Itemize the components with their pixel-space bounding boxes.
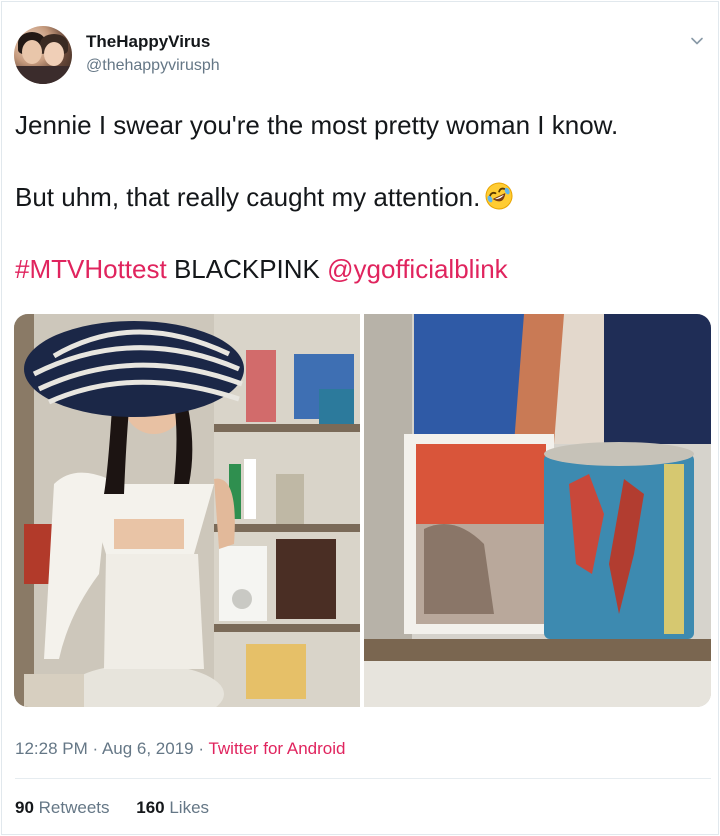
photo-right[interactable] (364, 314, 711, 707)
avatar-decoration (22, 40, 42, 64)
laughing-emoji-icon (485, 182, 513, 210)
tweet-line: #MTVHottest BLACKPINK @ygofficialblink (15, 251, 705, 287)
tweet-text: Jennie I swear you're the most pretty wo… (15, 107, 705, 287)
tweet-meta: 12:28 PM · Aug 6, 2019 · Twitter for And… (15, 739, 345, 759)
tweet-stats: 90 Retweets 160 Likes (15, 798, 231, 818)
tweet-date[interactable]: Aug 6, 2019 (102, 739, 194, 758)
tweet-line: Jennie I swear you're the most pretty wo… (15, 107, 705, 143)
chevron-down-icon[interactable] (690, 34, 704, 48)
avatar[interactable] (14, 26, 72, 84)
tweet-source-link[interactable]: Twitter for Android (208, 739, 345, 758)
likes-label: Likes (164, 798, 210, 817)
retweets-count: 90 (15, 798, 34, 817)
avatar-decoration (14, 66, 72, 84)
mention-link[interactable]: @ygofficialblink (327, 254, 508, 284)
likes-stat[interactable]: 160 Likes (136, 798, 209, 817)
author-handle[interactable]: @thehappyvirusph (86, 57, 220, 75)
retweets-stat[interactable]: 90 Retweets (15, 798, 110, 817)
meta-separator: · (87, 739, 102, 758)
tweet-time[interactable]: 12:28 PM (15, 739, 88, 758)
retweets-label: Retweets (33, 798, 110, 817)
tweet-line-text: Jennie I swear you're the most pretty wo… (15, 110, 619, 140)
author-name[interactable]: TheHappyVirus (86, 32, 210, 52)
likes-count: 160 (136, 798, 165, 817)
tweet-text-plain: BLACKPINK (166, 254, 328, 284)
divider (15, 778, 711, 779)
photo-left[interactable] (14, 314, 360, 707)
media-grid (14, 314, 711, 707)
tweet-card: TheHappyVirus @thehappyvirusph Jennie I … (1, 1, 719, 835)
avatar-decoration (44, 42, 64, 66)
meta-separator: · (193, 739, 209, 758)
tweet-line: But uhm, that really caught my attention… (15, 179, 705, 215)
hashtag-link[interactable]: #MTVHottest (15, 254, 167, 284)
tweet-line-text: But uhm, that really caught my attention… (15, 182, 481, 212)
